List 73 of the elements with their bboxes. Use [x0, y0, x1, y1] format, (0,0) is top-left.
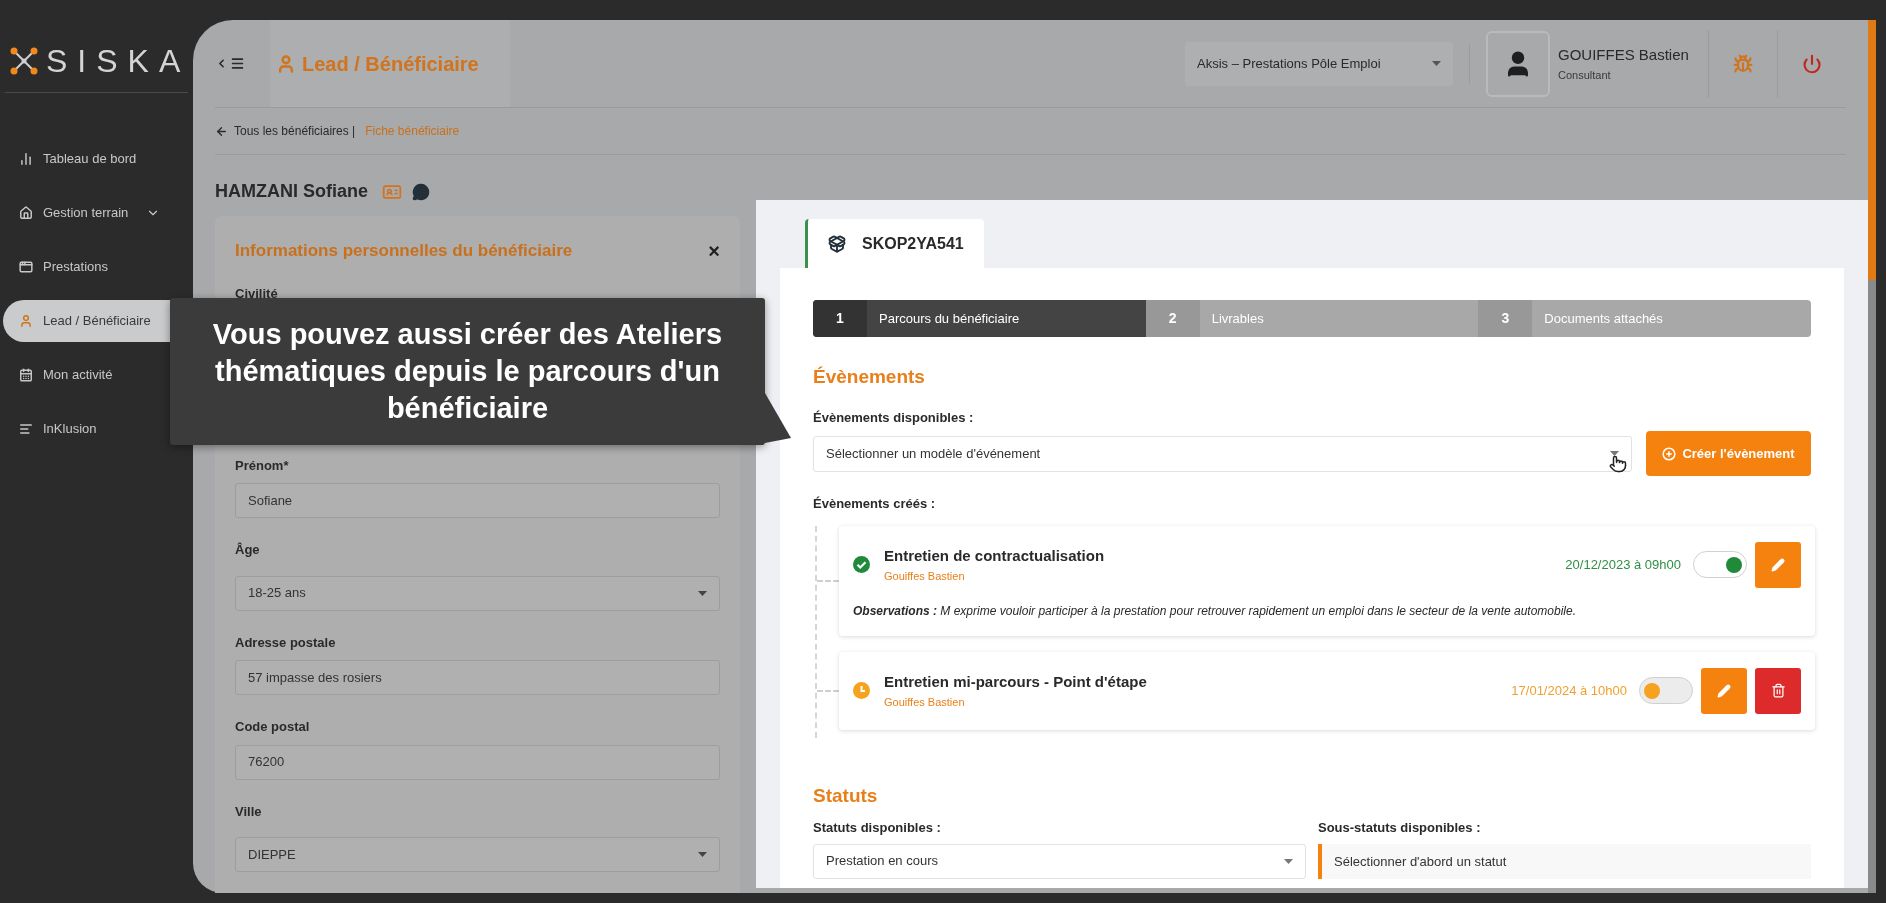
logo-icon: [10, 47, 38, 75]
section-title: Statuts: [813, 783, 879, 808]
field-label: Prénom*: [235, 456, 290, 475]
field-label: Âge: [235, 541, 261, 559]
event-date: 20/12/2023 à 09h00: [1565, 555, 1681, 574]
input-field[interactable]: Sofiane: [235, 483, 720, 518]
select-field[interactable]: DIEPPE: [235, 837, 720, 872]
breadcrumb-current: Fiche bénéficiaire: [365, 123, 460, 140]
edit-button[interactable]: [1701, 667, 1747, 714]
event-title: Entretien de contractualisation: [884, 546, 1105, 566]
step-tab[interactable]: 1 Parcours du bénéficiaire: [813, 300, 1146, 337]
callout-tooltip: Vous pouvez aussi créer des Ateliers thématiques depuis le parcours d'un bénéficiaire: [170, 298, 765, 445]
window-icon: [19, 260, 33, 274]
select-field[interactable]: 18-25 ans: [235, 575, 720, 611]
sidebar-item[interactable]: Gestion terrain: [0, 192, 193, 234]
page-title: Lead / Bénéficiaire: [302, 51, 479, 77]
scrollbar[interactable]: [1868, 20, 1876, 893]
calendar-icon: [19, 368, 33, 382]
event-title: Entretien mi-parcours - Point d'étape: [884, 672, 1147, 692]
field-label: Sous-statuts disponibles :: [1318, 819, 1482, 837]
field-label: Évènements disponibles :: [813, 408, 975, 427]
caret-icon: [1284, 858, 1293, 864]
close-button[interactable]: ×: [708, 240, 720, 261]
caret-icon: [1432, 61, 1441, 66]
user-role: Consultant: [1558, 67, 1612, 83]
event-author: Gouiffes Bastien: [884, 568, 966, 584]
toggle-switch[interactable]: [1693, 551, 1747, 578]
substatus-field[interactable]: Sélectionner d'abord un statut: [1318, 843, 1811, 879]
event-date: 17/01/2024 à 10h00: [1511, 681, 1627, 700]
person-icon: [276, 53, 296, 74]
power-icon[interactable]: [1802, 53, 1822, 74]
sidebar-item[interactable]: Tableau de bord: [0, 138, 193, 180]
back-arrow-icon[interactable]: [215, 124, 228, 138]
caret-icon: [1610, 451, 1619, 456]
callout-pointer: [765, 393, 791, 443]
breadcrumb-link[interactable]: Tous les bénéficiaires |: [234, 122, 356, 140]
plus-icon: [1662, 446, 1677, 461]
event-template-select[interactable]: Sélectionner un modèle d'événement: [813, 435, 1632, 472]
observations-text: Observations : M exprime vouloir participer à la prestation pour retrouver rapidement un emploi dans le secteur de la vente automobile.: [853, 602, 1578, 620]
event-author: Gouiffes Bastien: [884, 694, 966, 710]
avatar[interactable]: [1486, 30, 1550, 97]
person-icon: [19, 314, 33, 328]
caret-icon: [698, 590, 707, 596]
field-label: Évènements créés :: [813, 495, 937, 513]
field-label: Statuts disponibles :: [813, 819, 942, 837]
card-title: Informations personnelles du bénéficiaire: [235, 240, 573, 262]
menu-icon[interactable]: [230, 56, 245, 71]
beneficiary-name: HAMZANI Sofiane: [215, 180, 368, 203]
sidebar-item[interactable]: Prestations: [0, 246, 193, 288]
file-tab[interactable]: SKOP2YA541: [805, 219, 984, 268]
section-title: Évènements: [813, 365, 926, 389]
toggle-switch[interactable]: [1639, 677, 1693, 704]
chart-icon: [19, 152, 33, 166]
pencil-icon: [1771, 557, 1785, 572]
user-name: GOUIFFES Bastien: [1558, 45, 1690, 65]
caret-icon: [698, 852, 707, 857]
edit-button[interactable]: [1755, 541, 1801, 588]
pencil-icon: [1717, 683, 1731, 698]
organization-select[interactable]: Aksis – Prestations Pôle Emploi: [1185, 41, 1453, 86]
chat-icon[interactable]: [412, 182, 430, 201]
house-icon: [19, 206, 33, 220]
box-icon: [828, 234, 846, 253]
delete-button[interactable]: [1755, 667, 1801, 714]
trash-icon: [1770, 683, 1786, 698]
input-field[interactable]: 76200: [235, 744, 720, 780]
field-label: Code postal: [235, 718, 311, 736]
input-field[interactable]: 57 impasse des rosiers: [235, 660, 720, 695]
field-label: Ville: [235, 802, 263, 821]
field-label: Adresse postale: [235, 633, 337, 652]
status-select[interactable]: Prestation en cours: [813, 843, 1306, 879]
hand-pointer-icon: [1609, 454, 1627, 473]
list-icon: [19, 422, 33, 436]
logo-text: SISKA: [46, 45, 191, 77]
